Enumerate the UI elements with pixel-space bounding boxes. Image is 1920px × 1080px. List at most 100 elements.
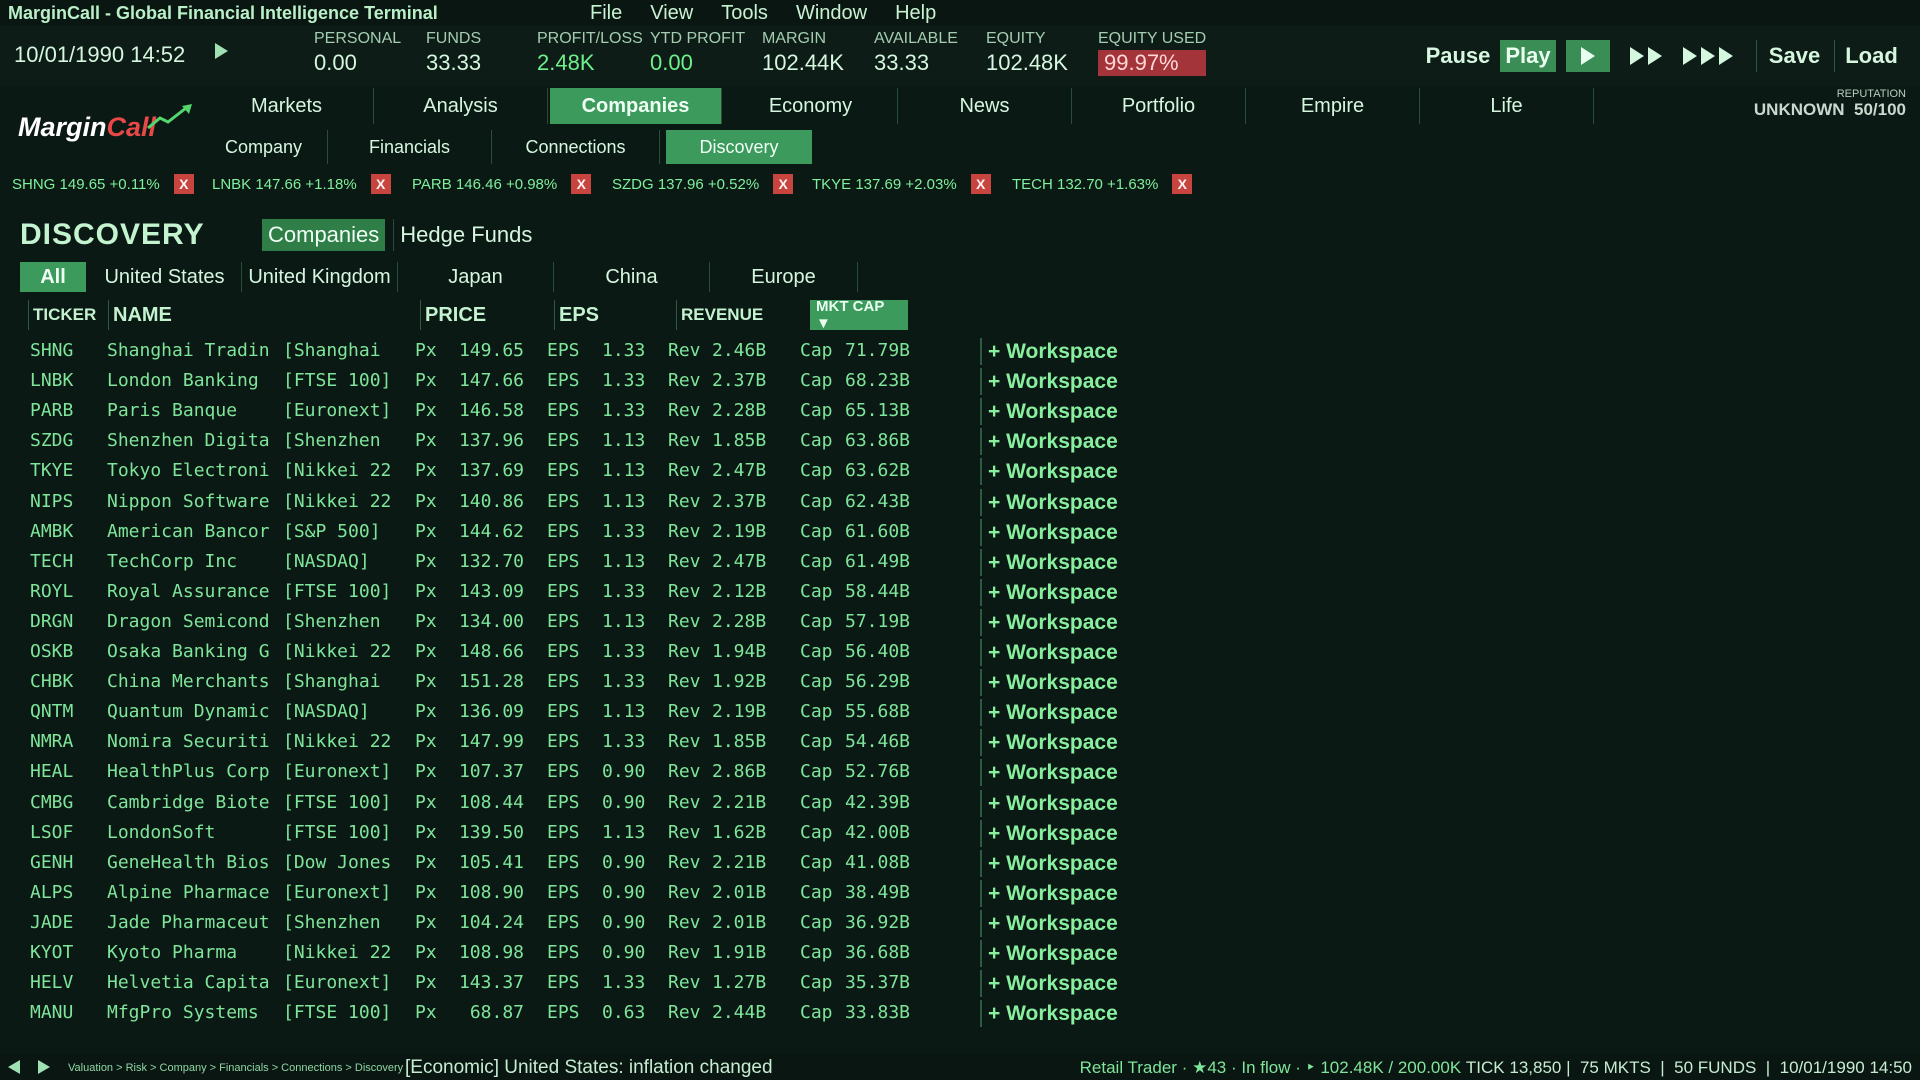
clock-play-icon[interactable] [215,43,228,59]
speed-2-button[interactable] [1618,40,1674,72]
table-row[interactable]: CHBK China Merchants [Shanghai Px 151.28 EPS 1… [0,667,1920,697]
col-eps[interactable]: EPS [554,300,670,330]
load-button[interactable]: Load [1834,40,1908,72]
add-to-workspace-button[interactable]: + Workspace [980,940,1124,967]
add-to-workspace-button[interactable]: + Workspace [980,790,1124,817]
speed-3-button[interactable] [1676,40,1740,72]
col-ticker[interactable]: TICKER [28,300,106,330]
remove-ticker-button[interactable]: X [571,174,592,194]
region-europe[interactable]: Europe [710,262,858,292]
add-to-workspace-button[interactable]: + Workspace [980,639,1124,666]
add-to-workspace-button[interactable]: + Workspace [980,820,1124,847]
margincall-logo: MarginCall [18,104,192,152]
add-to-workspace-button[interactable]: + Workspace [980,519,1124,546]
add-to-workspace-button[interactable]: + Workspace [980,398,1124,425]
region-all[interactable]: All [20,262,86,292]
back-arrow-icon[interactable] [8,1060,20,1074]
table-row[interactable]: SHNG Shanghai Tradin [Shanghai Px 149.65 EPS 1… [0,336,1920,366]
table-row[interactable]: CMBG Cambridge Biote [FTSE 100] Px 108.44 EPS… [0,788,1920,818]
cell-px-label: Px [415,731,437,752]
table-row[interactable]: ROYL Royal Assurance [FTSE 100] Px 143.09 EPS… [0,577,1920,607]
menu-help[interactable]: Help [895,2,936,25]
subtab-connections[interactable]: Connections [492,130,660,164]
add-to-workspace-button[interactable]: + Workspace [980,970,1124,997]
add-to-workspace-button[interactable]: + Workspace [980,338,1124,365]
col-revenue[interactable]: REVENUE [676,300,806,330]
menu-view[interactable]: View [650,2,693,25]
add-to-workspace-button[interactable]: + Workspace [980,609,1124,636]
tab-economy[interactable]: Economy [724,88,898,124]
view-tab-hedge-funds[interactable]: Hedge Funds [393,219,538,251]
save-button[interactable]: Save [1756,40,1832,72]
table-row[interactable]: ALPS Alpine Pharmace [Euronext] Px 108.90 EPS… [0,878,1920,908]
add-to-workspace-button[interactable]: + Workspace [980,489,1124,516]
region-united-states[interactable]: United States [88,262,242,292]
table-row[interactable]: NIPS Nippon Software [Nikkei 22 Px 140.86 EPS… [0,487,1920,517]
region-united-kingdom[interactable]: United Kingdom [242,262,398,292]
table-row[interactable]: QNTM Quantum Dynamic [NASDAQ] Px 136.09 EPS 1.… [0,697,1920,727]
add-to-workspace-button[interactable]: + Workspace [980,458,1124,485]
add-to-workspace-button[interactable]: + Workspace [980,368,1124,395]
remove-ticker-button[interactable]: X [773,174,794,194]
table-row[interactable]: MANU MfgPro Systems [FTSE 100] Px 68.87 EPS 0.… [0,998,1920,1028]
table-row[interactable]: PARB Paris Banque [Euronext] Px 146.58 EPS 1.3… [0,396,1920,426]
play-button[interactable]: Play [1500,40,1556,72]
add-to-workspace-button[interactable]: + Workspace [980,669,1124,696]
col-price[interactable]: PRICE [420,300,548,330]
table-row[interactable]: SZDG Shenzhen Digita [Shenzhen Px 137.96 EPS 1… [0,426,1920,456]
table-row[interactable]: LNBK London Banking [FTSE 100] Px 147.66 EPS 1… [0,366,1920,396]
tab-news[interactable]: News [898,88,1072,124]
table-row[interactable]: NMRA Nomira Securiti [Nikkei 22 Px 147.99 EPS… [0,727,1920,757]
table-row[interactable]: KYOT Kyoto Pharma [Nikkei 22 Px 108.98 EPS 0.9… [0,938,1920,968]
add-to-workspace-button[interactable]: + Workspace [980,1000,1124,1027]
add-to-workspace-button[interactable]: + Workspace [980,850,1124,877]
add-to-workspace-button[interactable]: + Workspace [980,910,1124,937]
table-row[interactable]: JADE Jade Pharmaceut [Shenzhen Px 104.24 EPS 0… [0,908,1920,938]
pause-button[interactable]: Pause [1422,40,1494,72]
col-mktcap-sort[interactable]: MKT CAP ▼ [810,298,908,332]
remove-ticker-button[interactable]: X [173,174,194,194]
region-japan[interactable]: Japan [398,262,554,292]
add-to-workspace-button[interactable]: + Workspace [980,759,1124,786]
table-row[interactable]: TECH TechCorp Inc [NASDAQ] Px 132.70 EPS 1.13 R… [0,547,1920,577]
tab-portfolio[interactable]: Portfolio [1072,88,1246,124]
tab-analysis[interactable]: Analysis [374,88,548,124]
table-row[interactable]: TKYE Tokyo Electroni [Nikkei 22 Px 137.69 EPS… [0,456,1920,486]
add-to-workspace-button[interactable]: + Workspace [980,579,1124,606]
col-name[interactable]: NAME [108,300,236,330]
remove-ticker-button[interactable]: X [370,174,391,194]
subtab-financials[interactable]: Financials [328,130,492,164]
forward-arrow-icon[interactable] [38,1060,50,1074]
breadcrumb[interactable]: Valuation > Risk > Company > Financials … [68,1062,403,1074]
add-to-workspace-button[interactable]: + Workspace [980,699,1124,726]
app-title: MarginCall - Global Financial Intelligen… [8,3,438,23]
menu-tools[interactable]: Tools [721,2,768,25]
table-row[interactable]: OSKB Osaka Banking G [Nikkei 22 Px 148.66 EPS… [0,637,1920,667]
news-feed-item[interactable]: [Economic] United States: inflation chan… [405,1057,773,1079]
add-to-workspace-button[interactable]: + Workspace [980,880,1124,907]
tab-life[interactable]: Life [1420,88,1594,124]
add-to-workspace-button[interactable]: + Workspace [980,428,1124,455]
view-tab-companies[interactable]: Companies [262,219,386,251]
table-row[interactable]: GENH GeneHealth Bios [Dow Jones Px 105.41 EPS… [0,848,1920,878]
table-row[interactable]: HELV Helvetia Capita [Euronext] Px 143.37 EPS… [0,968,1920,998]
add-to-workspace-button[interactable]: + Workspace [980,549,1124,576]
table-row[interactable]: AMBK American Bancor [S&P 500] Px 144.62 EPS 1… [0,517,1920,547]
subtab-discovery[interactable]: Discovery [666,130,812,164]
remove-ticker-button[interactable]: X [970,174,991,194]
tab-markets[interactable]: Markets [200,88,374,124]
menu-file[interactable]: File [590,2,622,25]
fast-forward-icon [1648,47,1662,65]
add-to-workspace-button[interactable]: + Workspace [980,729,1124,756]
subtab-company[interactable]: Company [200,130,328,164]
tab-empire[interactable]: Empire [1246,88,1420,124]
table-row[interactable]: HEAL HealthPlus Corp [Euronext] Px 107.37 EPS… [0,757,1920,787]
tab-companies[interactable]: Companies [550,88,722,124]
speed-1-button[interactable] [1566,40,1610,72]
table-row[interactable]: LSOF LondonSoft [FTSE 100] Px 139.50 EPS 1.13 R… [0,818,1920,848]
remove-ticker-button[interactable]: X [1172,174,1193,194]
table-row[interactable]: DRGN Dragon Semicond [Shenzhen Px 134.00 EPS 1… [0,607,1920,637]
cell-eps: 1.13 [602,430,646,451]
menu-window[interactable]: Window [796,2,867,25]
region-china[interactable]: China [554,262,710,292]
